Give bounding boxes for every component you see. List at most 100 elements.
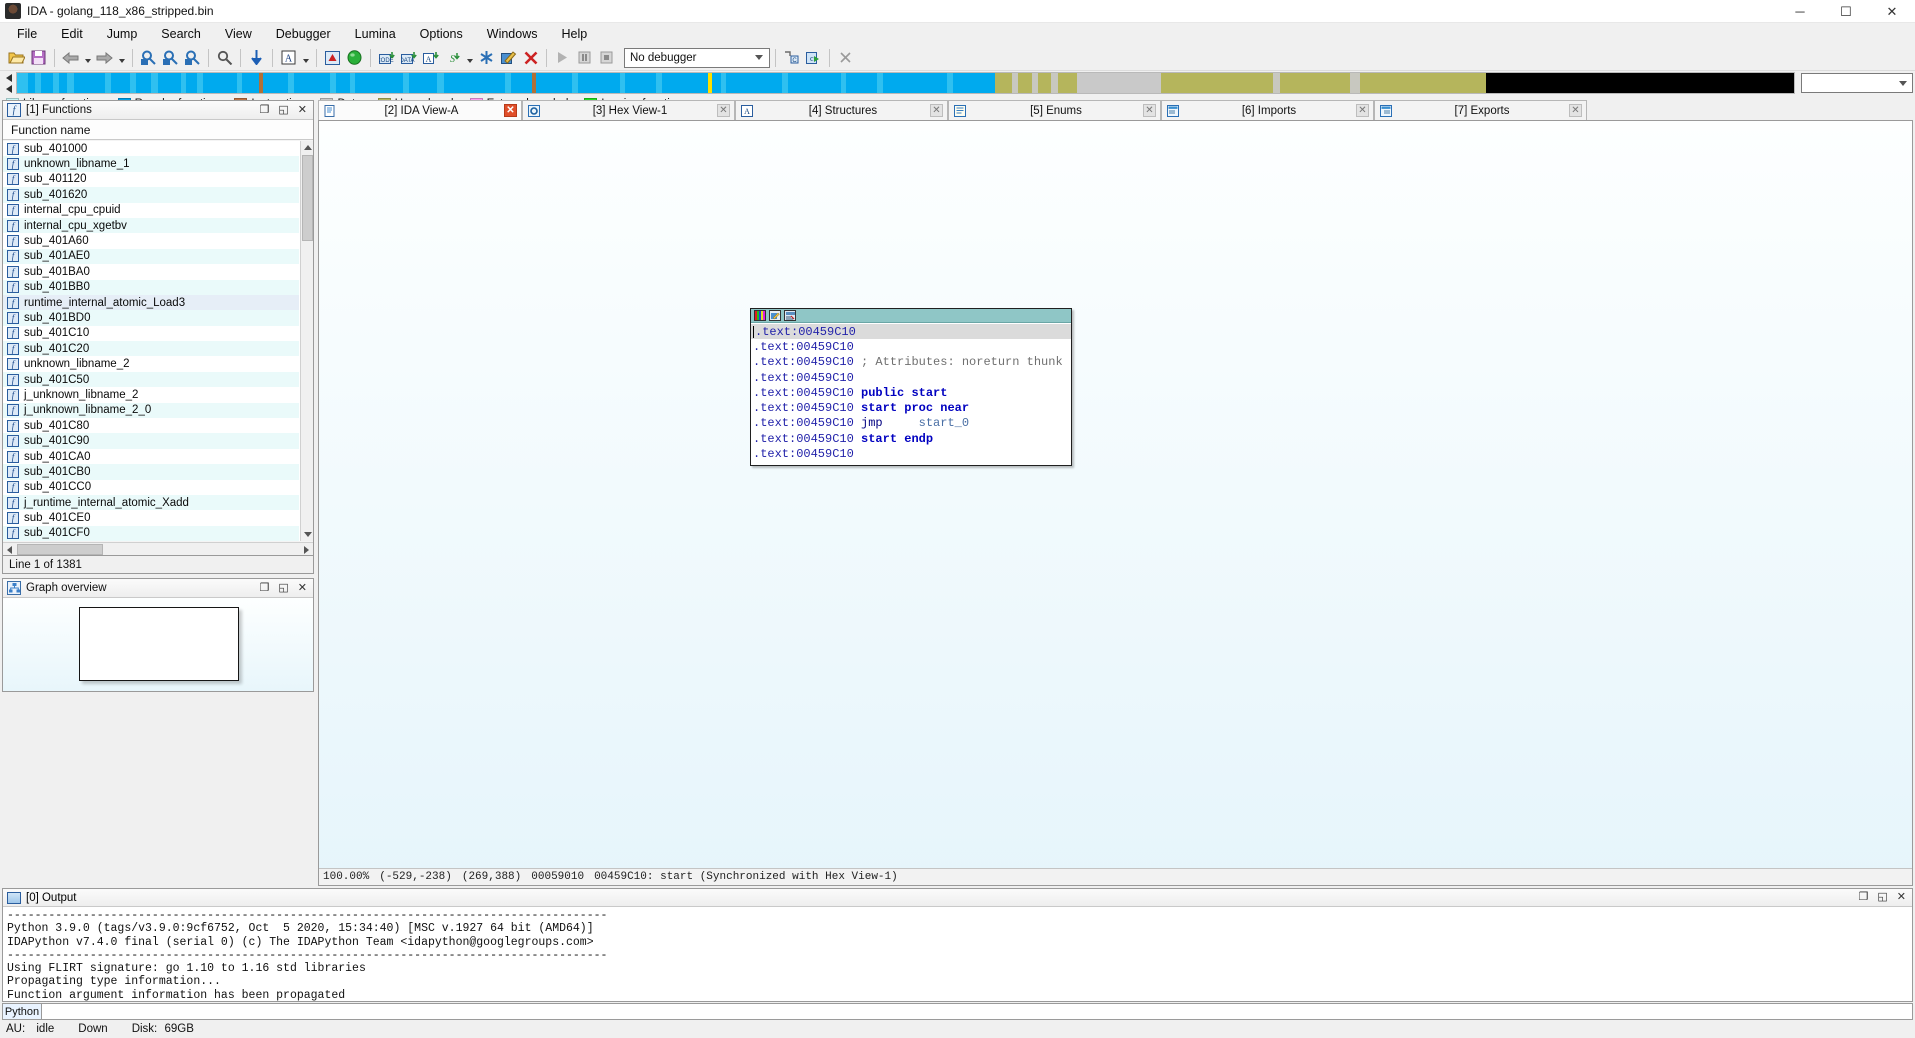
close-button[interactable]: ✕ bbox=[1869, 0, 1915, 23]
function-list-item[interactable]: f sub_401C10 bbox=[3, 326, 299, 341]
node-properties-icon[interactable] bbox=[784, 310, 796, 321]
functions-list[interactable]: f sub_401000 f unknown_libname_1 f sub_401120… bbox=[3, 141, 313, 541]
disassembly-line[interactable]: .text:00459C10 start endp bbox=[751, 431, 1071, 446]
disassembly-line[interactable]: .text:00459C10 public start bbox=[751, 385, 1071, 400]
function-list-item[interactable]: f unknown_libname_2 bbox=[3, 356, 299, 371]
tab-enums[interactable]: [5] Enums ✕ bbox=[948, 100, 1161, 120]
ida-view-a-canvas[interactable]: .text:00459C10 .text:00459C10 .text:00459C… bbox=[318, 120, 1913, 886]
functions-scroll-thumb[interactable] bbox=[302, 155, 313, 241]
functions-hscroll-thumb[interactable] bbox=[17, 544, 103, 555]
tab-close-icon[interactable]: ✕ bbox=[1143, 104, 1156, 117]
functions-vertical-scrollbar[interactable] bbox=[300, 141, 313, 541]
search-hex-icon[interactable] bbox=[138, 47, 159, 68]
function-list-item[interactable]: f sub_401C90 bbox=[3, 433, 299, 449]
debug-pause-icon[interactable] bbox=[574, 47, 595, 68]
function-list-item[interactable]: f sub_401620 bbox=[3, 187, 299, 203]
debug-stop-icon[interactable] bbox=[596, 47, 617, 68]
graph-node-header[interactable] bbox=[751, 309, 1071, 323]
text-mode-icon[interactable]: A bbox=[278, 47, 299, 68]
maximize-button[interactable]: ☐ bbox=[1823, 0, 1869, 23]
make-struct-dropdown[interactable] bbox=[464, 47, 475, 68]
edit-function-icon[interactable] bbox=[498, 47, 519, 68]
make-code-icon[interactable]: CODE bbox=[376, 47, 397, 68]
save-file-icon[interactable] bbox=[28, 47, 49, 68]
disassembly-line[interactable]: .text:00459C10 jmp start_0 bbox=[751, 416, 1071, 431]
menu-lumina[interactable]: Lumina bbox=[343, 25, 408, 43]
scroll-down-arrow[interactable] bbox=[301, 528, 313, 541]
tab-close-icon[interactable]: ✕ bbox=[1356, 104, 1369, 117]
tab-ida-view-a[interactable]: [2] IDA View-A ✕ bbox=[318, 100, 522, 120]
menu-options[interactable]: Options bbox=[408, 25, 475, 43]
toolbar-more-icon[interactable] bbox=[835, 47, 856, 68]
text-mode-dropdown[interactable] bbox=[300, 47, 311, 68]
make-string-icon[interactable]: A bbox=[420, 47, 441, 68]
tab-close-icon[interactable]: ✕ bbox=[717, 104, 730, 117]
menu-windows[interactable]: Windows bbox=[475, 25, 550, 43]
menu-help[interactable]: Help bbox=[549, 25, 599, 43]
function-list-item[interactable]: f unknown_libname_1 bbox=[3, 156, 299, 172]
tab-exports[interactable]: [7] Exports ✕ bbox=[1374, 100, 1587, 120]
tab-close-icon[interactable]: ✕ bbox=[930, 104, 943, 117]
make-array-icon[interactable] bbox=[476, 47, 497, 68]
tab-hex-view-1[interactable]: [3] Hex View-1 ✕ bbox=[522, 100, 735, 120]
menu-search[interactable]: Search bbox=[149, 25, 213, 43]
disassembly-line[interactable]: .text:00459C10 bbox=[751, 324, 1071, 340]
disassembly-line[interactable]: .text:00459C10 ; Attributes: noreturn th… bbox=[751, 355, 1071, 370]
jump-to-address-icon[interactable] bbox=[246, 47, 267, 68]
python-command-input[interactable] bbox=[42, 1003, 1913, 1020]
tab-structures[interactable]: A [4] Structures ✕ bbox=[735, 100, 948, 120]
menu-view[interactable]: View bbox=[213, 25, 264, 43]
binary-search-icon[interactable] bbox=[214, 47, 235, 68]
minimize-button[interactable]: ─ bbox=[1777, 0, 1823, 23]
menu-jump[interactable]: Jump bbox=[95, 25, 150, 43]
warning-marker-icon[interactable] bbox=[322, 47, 343, 68]
navigate-forward-icon[interactable] bbox=[94, 47, 115, 68]
function-list-item[interactable]: f internal_cpu_xgetbv bbox=[3, 217, 299, 234]
function-list-item[interactable]: f sub_401BD0 bbox=[3, 310, 299, 326]
scroll-left-arrow[interactable] bbox=[3, 543, 16, 556]
color-palette-icon[interactable] bbox=[754, 310, 766, 321]
edit-node-icon[interactable] bbox=[769, 310, 781, 321]
search-text-icon[interactable] bbox=[160, 47, 181, 68]
scroll-right-arrow[interactable] bbox=[300, 543, 313, 556]
functions-column-header[interactable]: Function name bbox=[3, 120, 313, 140]
scroll-up-arrow[interactable] bbox=[301, 141, 313, 154]
functions-horizontal-scrollbar[interactable] bbox=[3, 542, 313, 555]
output-close-button[interactable]: ✕ bbox=[1897, 892, 1906, 903]
function-list-item[interactable]: f j_runtime_internal_atomic_Xadd bbox=[3, 494, 299, 511]
menu-file[interactable]: File bbox=[5, 25, 49, 43]
disassembly-line[interactable]: .text:00459C10 bbox=[751, 339, 1071, 354]
disassembly-line[interactable]: .text:00459C10 bbox=[751, 446, 1071, 461]
step-into-icon[interactable]: C bbox=[781, 47, 802, 68]
open-file-icon[interactable] bbox=[6, 47, 27, 68]
debug-run-icon[interactable] bbox=[552, 47, 573, 68]
function-list-item[interactable]: f sub_401CF0 bbox=[3, 525, 299, 541]
graph-overview-close-button[interactable]: ✕ bbox=[298, 582, 307, 594]
output-window-log[interactable]: ----------------------------------------… bbox=[3, 907, 1912, 1001]
graph-overview-float-button[interactable]: ◱ bbox=[278, 582, 288, 594]
undefine-icon[interactable] bbox=[520, 47, 541, 68]
graph-overview-dock-button[interactable]: ❐ bbox=[260, 582, 270, 594]
function-list-item[interactable]: f sub_401C80 bbox=[3, 418, 299, 433]
output-dock-button[interactable]: ❐ bbox=[1859, 892, 1869, 903]
functions-close-button[interactable]: ✕ bbox=[298, 104, 307, 116]
graph-overview-viewport-rect[interactable] bbox=[79, 607, 239, 681]
function-list-item[interactable]: f sub_401CC0 bbox=[3, 480, 299, 495]
functions-dock-button[interactable]: ❐ bbox=[260, 104, 270, 116]
menu-edit[interactable]: Edit bbox=[49, 25, 95, 43]
make-data-icon[interactable]: DATA bbox=[398, 47, 419, 68]
function-list-item[interactable]: f sub_401A60 bbox=[3, 233, 299, 248]
function-list-item[interactable]: f sub_401120 bbox=[3, 172, 299, 187]
navigation-band[interactable] bbox=[16, 72, 1795, 94]
function-list-item[interactable]: f j_unknown_libname_2_0 bbox=[3, 402, 299, 419]
run-analysis-icon[interactable] bbox=[344, 47, 365, 68]
disassembly-line[interactable]: .text:00459C10 start proc near bbox=[751, 400, 1071, 415]
search-sequence-icon[interactable] bbox=[182, 47, 203, 68]
tab-imports[interactable]: [6] Imports ✕ bbox=[1161, 100, 1374, 120]
function-list-item[interactable]: f sub_401CB0 bbox=[3, 464, 299, 480]
disassembly-line[interactable]: .text:00459C10 bbox=[751, 370, 1071, 385]
graph-node-disassembly[interactable]: .text:00459C10 .text:00459C10 .text:00459C… bbox=[751, 323, 1071, 465]
navband-jump-combo[interactable] bbox=[1801, 73, 1913, 93]
function-list-item[interactable]: f sub_401BB0 bbox=[3, 279, 299, 295]
function-list-item[interactable]: f internal_cpu_cpuid bbox=[3, 203, 299, 218]
